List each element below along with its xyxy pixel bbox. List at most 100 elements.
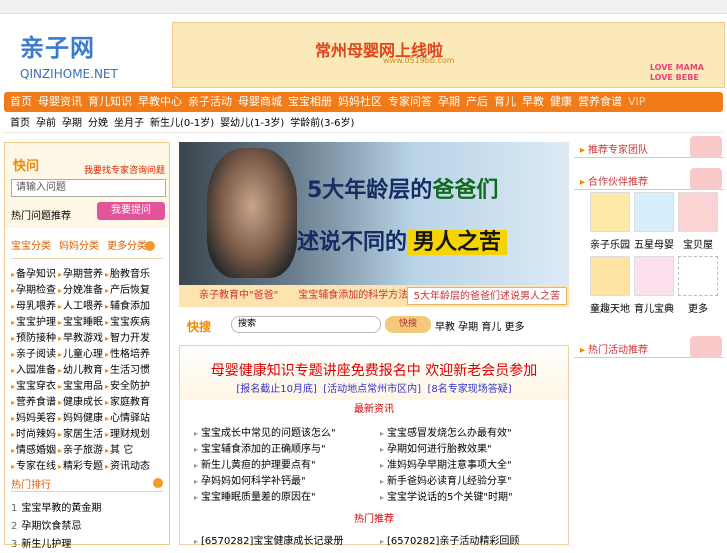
hero-tab-active[interactable]: 5大年龄层的爸爸们述说男人之苦 xyxy=(406,287,567,305)
category-tab[interactable]: 更多分类 xyxy=(107,237,147,252)
hot-questions-label[interactable]: 热门问题推荐 xyxy=(11,207,71,222)
partner-tile[interactable] xyxy=(590,256,630,296)
main-nav-item[interactable]: VIP xyxy=(628,92,645,112)
category-tab[interactable]: 妈妈分类 xyxy=(59,237,99,252)
news-title[interactable]: 母婴健康知识专题讲座免费报名中 欢迎新老会员参加 xyxy=(180,360,568,380)
news-item[interactable]: 宝宝成长中常见的问题该怎么" xyxy=(194,424,374,440)
news-item[interactable]: 宝宝感冒发烧怎么办最有效" xyxy=(380,424,560,440)
sub-nav-item[interactable]: 孕期 xyxy=(62,115,82,133)
category-link[interactable]: 备孕知识 xyxy=(11,265,58,280)
hero-banner[interactable]: 5大年龄层的爸爸们 述说不同的 男人之苦 xyxy=(179,142,569,285)
category-link[interactable]: 其 它 xyxy=(105,441,152,456)
category-link[interactable]: 心情驿站 xyxy=(105,409,152,424)
search-input[interactable]: 搜索 xyxy=(231,316,381,333)
category-link[interactable]: 妈妈美容 xyxy=(11,409,58,424)
main-nav-item[interactable]: 育儿知识 xyxy=(88,92,132,112)
partner-tile[interactable] xyxy=(678,256,718,296)
category-link[interactable]: 宝宝睡眠 xyxy=(58,313,105,328)
partner-tile-label[interactable]: 童趣天地 xyxy=(590,300,630,315)
partner-tile-label[interactable]: 五星母婴 xyxy=(634,236,674,251)
sub-nav-item[interactable]: 孕前 xyxy=(36,115,56,133)
category-link[interactable]: 人工喂养 xyxy=(58,297,105,312)
category-link[interactable]: 性格培养 xyxy=(105,345,152,360)
hero-tab[interactable]: 亲子教育中"爸爸" xyxy=(199,285,278,307)
partner-tile[interactable] xyxy=(634,256,674,296)
news-item[interactable]: 准妈妈孕早期注意事项大全" xyxy=(380,456,560,472)
ranking-item[interactable]: 3 新生儿护理 xyxy=(11,535,163,553)
sub-nav-item[interactable]: 坐月子 xyxy=(114,115,144,133)
category-link[interactable]: 安全防护 xyxy=(105,377,152,392)
category-link[interactable]: 宝宝疾病 xyxy=(105,313,152,328)
news-item[interactable]: 孕期如何进行胎教效果" xyxy=(380,440,560,456)
partner-tile[interactable] xyxy=(634,192,674,232)
category-link[interactable]: 智力开发 xyxy=(105,329,152,344)
category-link[interactable]: 宝宝用品 xyxy=(58,377,105,392)
category-link[interactable]: 幼儿教育 xyxy=(58,361,105,376)
news-item[interactable]: 宝宝学说话的5个关键"时期" xyxy=(380,488,560,504)
category-link[interactable]: 时尚辣妈 xyxy=(11,425,58,440)
category-link[interactable]: 专家在线 xyxy=(11,457,58,472)
news-item[interactable]: 宝宝辅食添加的正确顺序与" xyxy=(194,440,374,456)
partner-tile-label[interactable]: 育儿宝典 xyxy=(634,300,674,315)
main-nav-item[interactable]: 产后 xyxy=(466,92,488,112)
main-nav-item[interactable]: 营养食谱 xyxy=(578,92,622,112)
category-link[interactable]: 分娩准备 xyxy=(58,281,105,296)
rank-title[interactable]: 宝宝早教的黄金期 xyxy=(21,503,101,514)
news-item[interactable]: 新生儿黄疸的护理要点有" xyxy=(194,456,374,472)
main-nav-item[interactable]: 育儿 xyxy=(494,92,516,112)
main-nav-item[interactable]: 健康 xyxy=(550,92,572,112)
main-nav-item[interactable]: 孕期 xyxy=(438,92,460,112)
ask-button[interactable]: 我要提问 xyxy=(97,202,165,220)
category-link[interactable]: 儿童心理 xyxy=(58,345,105,360)
category-link[interactable]: 孕期检查 xyxy=(11,281,58,296)
news-item[interactable]: 新手爸妈必读育儿经验分享" xyxy=(380,472,560,488)
category-link[interactable]: 理财规划 xyxy=(105,425,152,440)
main-nav-item[interactable]: 妈妈社区 xyxy=(338,92,382,112)
category-link[interactable]: 妈妈健康 xyxy=(58,409,105,424)
category-link[interactable]: 精彩专题 xyxy=(58,457,105,472)
main-nav-item[interactable]: 母婴资讯 xyxy=(38,92,82,112)
main-nav-item[interactable]: 早教 xyxy=(522,92,544,112)
ask-expert-link[interactable]: 我要找专家咨询问题 xyxy=(84,163,165,176)
category-link[interactable]: 家居生活 xyxy=(58,425,105,440)
site-logo[interactable]: 亲子网 QINZIHOME.NET xyxy=(20,28,160,84)
collapse-icon[interactable] xyxy=(145,241,155,251)
question-input[interactable]: 请输入问题 xyxy=(11,179,166,197)
search-hot-links[interactable]: 早教 孕期 育儿 更多 xyxy=(435,318,525,333)
rank-title[interactable]: 孕期饮食禁忌 xyxy=(21,521,81,532)
category-link[interactable]: 宝宝穿衣 xyxy=(11,377,58,392)
sub-nav-item[interactable]: 新生儿(0-1岁) xyxy=(150,115,214,133)
main-nav-item[interactable]: 首页 xyxy=(10,92,32,112)
partner-tile-label[interactable]: 亲子乐园 xyxy=(590,236,630,251)
category-link[interactable]: 早教游戏 xyxy=(58,329,105,344)
main-nav-item[interactable]: 亲子活动 xyxy=(188,92,232,112)
partner-tile-label[interactable]: 更多 xyxy=(678,300,718,315)
partner-tile[interactable] xyxy=(590,192,630,232)
category-link[interactable]: 宝宝护理 xyxy=(11,313,58,328)
category-tab[interactable]: 宝宝分类 xyxy=(11,237,51,252)
partner-tile-label[interactable]: 宝贝屋 xyxy=(678,236,718,251)
category-link[interactable]: 产后恢复 xyxy=(105,281,152,296)
main-nav-item[interactable]: 宝宝相册 xyxy=(288,92,332,112)
sub-nav-item[interactable]: 婴幼儿(1-3岁) xyxy=(220,115,284,133)
sub-nav-item[interactable]: 分娩 xyxy=(88,115,108,133)
main-nav-item[interactable]: 母婴商城 xyxy=(238,92,282,112)
search-button[interactable]: 快搜 xyxy=(385,316,431,333)
main-nav-item[interactable]: 专家问答 xyxy=(388,92,432,112)
category-link[interactable]: 辅食添加 xyxy=(105,297,152,312)
category-link[interactable]: 情感婚姻 xyxy=(11,441,58,456)
hero-tab[interactable]: 宝宝辅食添加的科学方法 xyxy=(298,285,408,307)
category-link[interactable]: 营养食谱 xyxy=(11,393,58,408)
ranking-item[interactable]: 2 孕期饮食禁忌 xyxy=(11,517,163,535)
sub-nav-item[interactable]: 首页 xyxy=(10,115,30,133)
category-link[interactable]: 家庭教育 xyxy=(105,393,152,408)
category-link[interactable]: 母乳喂养 xyxy=(11,297,58,312)
category-link[interactable]: 入园准备 xyxy=(11,361,58,376)
category-link[interactable]: 亲子阅读 xyxy=(11,345,58,360)
collapse-icon[interactable] xyxy=(153,478,163,488)
partner-tile[interactable] xyxy=(678,192,718,232)
category-link[interactable]: 孕期营养 xyxy=(58,265,105,280)
main-nav-item[interactable]: 早教中心 xyxy=(138,92,182,112)
category-link[interactable]: 预防接种 xyxy=(11,329,58,344)
category-link[interactable]: 健康成长 xyxy=(58,393,105,408)
